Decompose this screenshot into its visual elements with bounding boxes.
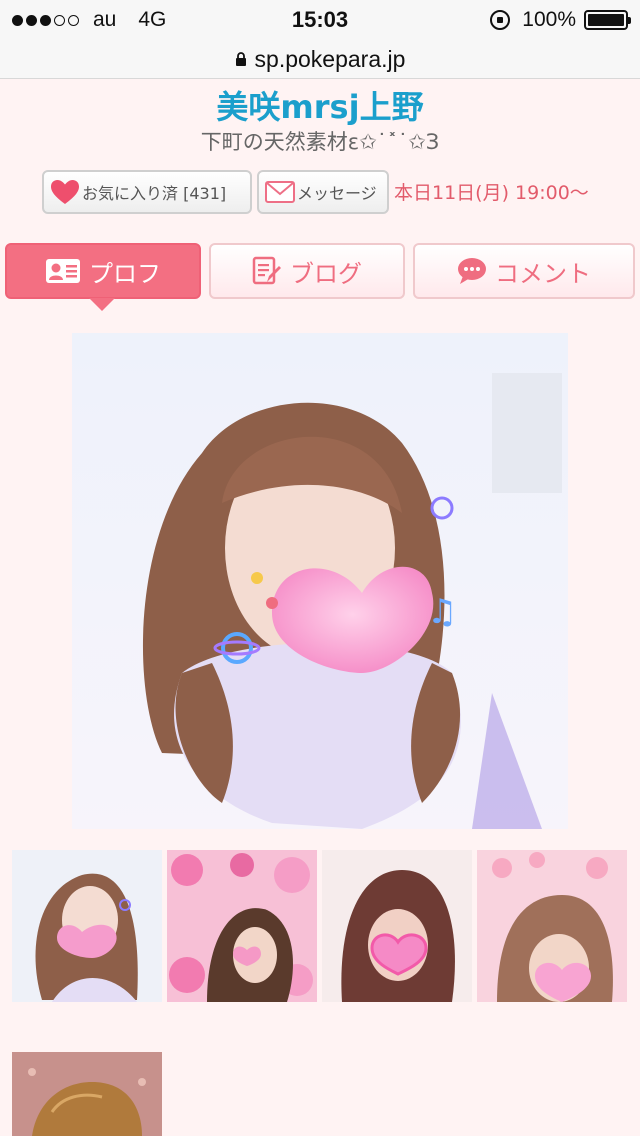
profile-name: 美咲mrsj上野 <box>216 88 424 126</box>
active-tab-pointer <box>89 298 115 311</box>
rotation-lock-icon <box>490 10 511 30</box>
message-label: メッセージ <box>297 184 377 203</box>
status-right: 100% <box>490 8 631 32</box>
padlock-icon <box>235 52 246 66</box>
tab-comment-label: コメント <box>495 259 591 288</box>
svg-text:♫: ♫ <box>427 592 457 632</box>
thumbnail-photo-2[interactable] <box>167 850 317 1002</box>
battery-percent: 100% <box>522 8 576 31</box>
url-bar[interactable]: sp.pokepara.jp <box>0 40 640 79</box>
schedule-text: 本日11日(月) 19:00〜 <box>394 182 589 204</box>
status-bar: au 4G 15:03 100% <box>0 0 640 40</box>
envelope-icon <box>265 181 295 203</box>
heart-icon <box>51 180 79 204</box>
favorite-button[interactable]: お気に入り済 [431] <box>42 170 252 214</box>
main-profile-photo[interactable]: ♫ <box>72 333 568 829</box>
battery-icon <box>584 10 631 30</box>
thumbnail-photo-5[interactable] <box>12 1052 162 1136</box>
tab-profile[interactable]: プロフ <box>5 243 201 299</box>
profile-card-icon <box>46 259 80 283</box>
url-domain: sp.pokepara.jp <box>254 45 406 72</box>
blog-edit-icon <box>252 256 281 285</box>
thumbnail-photo-4[interactable] <box>477 850 627 1002</box>
thumbnail-photo-1[interactable] <box>12 850 162 1002</box>
thumbnail-photo-3[interactable] <box>322 850 472 1002</box>
tab-profile-label: プロフ <box>89 259 161 288</box>
favorite-label: お気に入り済 [431] <box>82 184 227 203</box>
tab-blog[interactable]: ブログ <box>209 243 405 299</box>
profile-catchphrase: 下町の天然素材ε✩˙˟˙✩З <box>200 130 440 154</box>
comment-bubble-icon <box>458 258 486 284</box>
tab-blog-label: ブログ <box>290 259 362 288</box>
tab-comment[interactable]: コメント <box>413 243 635 299</box>
message-button[interactable]: メッセージ <box>257 170 389 214</box>
